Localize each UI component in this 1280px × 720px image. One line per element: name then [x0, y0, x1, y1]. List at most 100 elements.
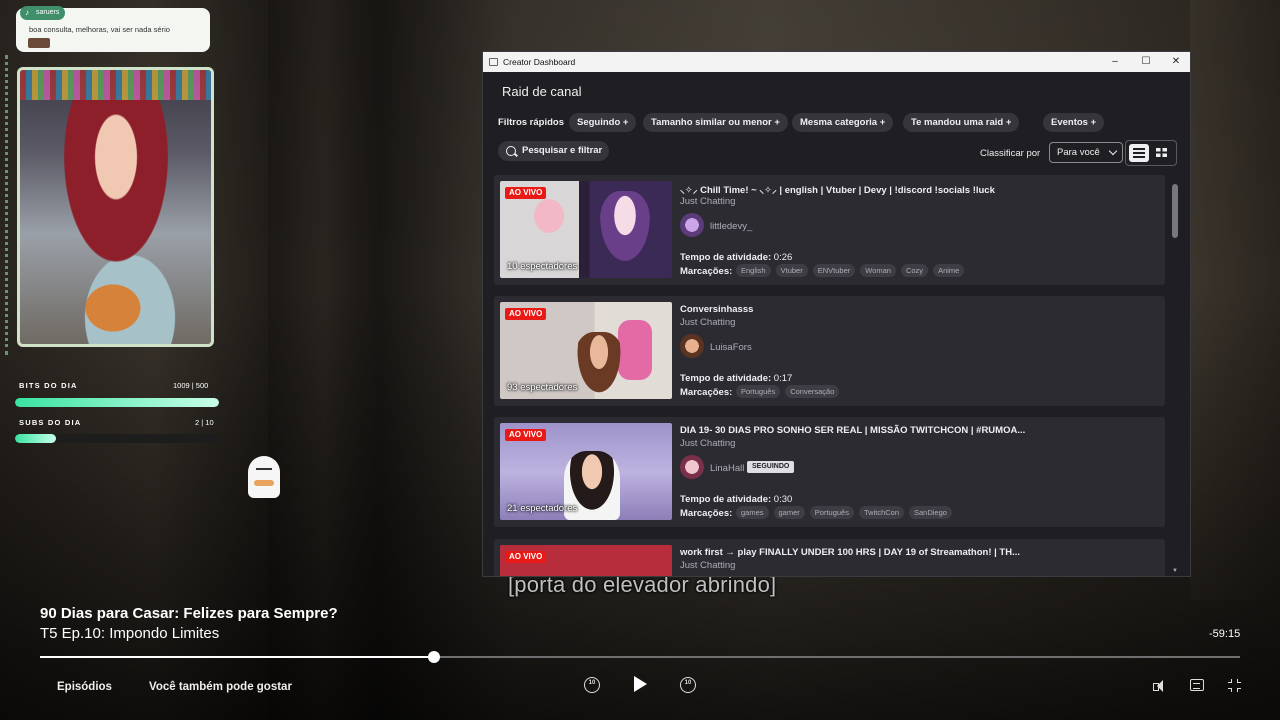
- uptime-label: Tempo de atividade:: [680, 494, 772, 505]
- exit-fullscreen-icon[interactable]: [1228, 679, 1241, 692]
- uptime-value: 0:17: [773, 373, 793, 384]
- stream-category[interactable]: Just Chatting: [680, 196, 735, 207]
- stream-thumbnail[interactable]: AO VIVO 21 espectadores: [500, 423, 672, 520]
- bits-value: 1009 | 500: [173, 381, 209, 390]
- tag[interactable]: Woman: [860, 264, 896, 277]
- streamer-name[interactable]: LuisaFors: [710, 342, 752, 353]
- viewer-count: 21 espectadores: [507, 503, 578, 514]
- avatar[interactable]: [680, 455, 704, 479]
- filter-following-chip[interactable]: Seguindo +: [569, 113, 637, 132]
- tag[interactable]: ENVtuber: [812, 264, 856, 277]
- uptime-value: 0:30: [773, 494, 793, 505]
- window-app-icon: [489, 58, 498, 66]
- volume-icon[interactable]: [1153, 680, 1167, 692]
- tag[interactable]: Cozy: [900, 264, 929, 277]
- streamer-name[interactable]: littledevy_: [710, 221, 752, 232]
- tag[interactable]: gamer: [773, 506, 805, 519]
- stream-category[interactable]: Just Chatting: [680, 317, 735, 328]
- cotton-candy-image: [534, 199, 564, 233]
- tag-list: Português Conversação: [736, 385, 840, 398]
- list-icon: [1133, 148, 1145, 158]
- stream-title: DIA 19- 30 DIAS PRO SONHO SER REAL | MIS…: [680, 425, 1026, 436]
- tag[interactable]: SanDiego: [909, 506, 952, 519]
- stream-title: ⸜✧⸝ Chill Time! ~ ⸜✧⸝ | english | Vtuber…: [680, 185, 995, 196]
- progress-scrubber[interactable]: [427, 651, 440, 663]
- search-filter-button[interactable]: Pesquisar e filtrar: [498, 141, 609, 161]
- tags-label: Marcações:: [680, 387, 733, 398]
- live-badge: AO VIVO: [505, 308, 547, 320]
- ghost-mascot-icon: [248, 456, 280, 498]
- live-badge: AO VIVO: [505, 187, 547, 199]
- rewind-10-icon[interactable]: 10: [584, 677, 600, 693]
- bits-label: BITS DO DIA: [19, 381, 78, 390]
- chevron-down-icon: [1108, 146, 1118, 156]
- vine-decoration: [5, 55, 29, 355]
- tag[interactable]: Conversação: [785, 385, 840, 398]
- bits-progress-fill: [15, 398, 219, 407]
- scrollbar[interactable]: ▼: [1171, 180, 1179, 576]
- stream-card[interactable]: AO VIVO 93 espectadores Conversinhasss J…: [494, 296, 1165, 406]
- view-toggle: [1125, 140, 1177, 166]
- filter-raided-you-chip[interactable]: Te mandou uma raid +: [903, 113, 1020, 132]
- avatar[interactable]: [680, 213, 704, 237]
- window-titlebar[interactable]: Creator Dashboard – ☐ ✕: [483, 52, 1190, 72]
- subs-label: SUBS DO DIA: [19, 418, 82, 427]
- quick-filters-label: Filtros rápidos: [498, 117, 564, 128]
- stream-thumbnail[interactable]: AO VIVO 10 espectadores: [500, 181, 672, 278]
- window-title: Creator Dashboard: [503, 57, 576, 67]
- minimize-button[interactable]: –: [1101, 54, 1129, 70]
- tag[interactable]: Português: [736, 385, 781, 398]
- uptime: Tempo de atividade: 0:26: [680, 252, 792, 263]
- filter-events-chip[interactable]: Eventos +: [1043, 113, 1105, 132]
- grid-view-button[interactable]: [1152, 144, 1172, 162]
- creator-dashboard-window: Creator Dashboard – ☐ ✕ Raid de canal Fi…: [482, 51, 1191, 577]
- uptime: Tempo de atividade: 0:17: [680, 373, 792, 384]
- sort-select[interactable]: Para você: [1049, 142, 1123, 163]
- tag[interactable]: Português: [809, 506, 854, 519]
- forward-10-icon[interactable]: 10: [680, 677, 696, 693]
- stream-card[interactable]: AO VIVO 10 espectadores ⸜✧⸝ Chill Time! …: [494, 175, 1165, 285]
- chat-badge-icon: [28, 38, 50, 48]
- scrollbar-thumb[interactable]: [1172, 184, 1178, 238]
- avatar[interactable]: [680, 334, 704, 358]
- following-badge: SEGUINDO: [747, 461, 795, 473]
- filter-same-category-chip[interactable]: Mesma categoria +: [792, 113, 894, 132]
- progress-fill: [40, 656, 434, 658]
- stream-category[interactable]: Just Chatting: [680, 438, 735, 449]
- subtitles-icon[interactable]: [1190, 679, 1204, 691]
- list-view-button[interactable]: [1129, 144, 1149, 162]
- subs-progress-fill: [15, 434, 56, 443]
- chat-text: boa consulta, melhoras, vai ser nada sér…: [29, 25, 170, 34]
- play-icon[interactable]: [634, 676, 647, 692]
- tag[interactable]: Anime: [933, 264, 965, 277]
- webcam-cat-shirt: [78, 278, 148, 338]
- progress-bar[interactable]: [40, 656, 1240, 658]
- stream-category[interactable]: Just Chatting: [680, 560, 735, 571]
- stream-thumbnail[interactable]: AO VIVO: [500, 545, 672, 576]
- tags-label: Marcações:: [680, 266, 733, 277]
- chat-username: saruers: [20, 6, 66, 20]
- tag[interactable]: games: [736, 506, 769, 519]
- streamer-name[interactable]: LinaHall: [710, 463, 744, 474]
- tag[interactable]: TwitchCon: [858, 506, 904, 519]
- filter-similar-size-chip[interactable]: Tamanho similar ou menor +: [643, 113, 788, 132]
- stream-thumbnail[interactable]: AO VIVO 93 espectadores: [500, 302, 672, 399]
- stream-card[interactable]: AO VIVO work first → play FINALLY UNDER …: [494, 539, 1165, 576]
- viewer-count: 10 espectadores: [507, 261, 578, 272]
- search-filter-label: Pesquisar e filtrar: [522, 145, 603, 156]
- stream-card[interactable]: AO VIVO 21 espectadores DIA 19- 30 DIAS …: [494, 417, 1165, 527]
- tag[interactable]: Vtuber: [775, 264, 808, 277]
- live-badge: AO VIVO: [505, 429, 547, 441]
- episodes-button[interactable]: Episódios: [57, 681, 112, 693]
- show-title: 90 Dias para Casar: Felizes para Sempre?: [40, 605, 338, 622]
- tag[interactable]: English: [736, 264, 771, 277]
- forward-seconds: 10: [684, 680, 692, 686]
- search-icon: [506, 146, 516, 156]
- close-button[interactable]: ✕: [1162, 54, 1190, 70]
- webcam-bookshelf: [20, 70, 211, 100]
- maximize-button[interactable]: ☐: [1132, 54, 1160, 70]
- scroll-down-icon[interactable]: ▼: [1171, 568, 1179, 576]
- recommendations-button[interactable]: Você também pode gostar: [149, 681, 292, 693]
- episode-title: T5 Ep.10: Impondo Limites: [40, 625, 220, 642]
- subs-value: 2 | 10: [195, 418, 214, 427]
